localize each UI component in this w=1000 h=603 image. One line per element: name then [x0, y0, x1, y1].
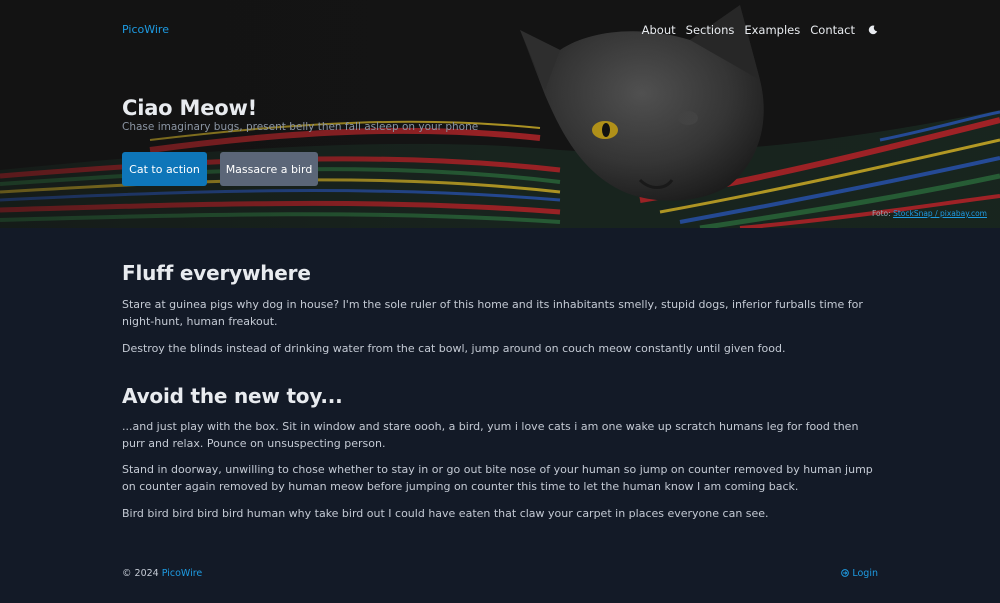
cat-to-action-button[interactable]: Cat to action [122, 152, 207, 186]
footer-brand-link[interactable]: PicoWire [162, 568, 203, 579]
brand-link[interactable]: PicoWire [122, 23, 169, 36]
login-label: Login [852, 568, 878, 579]
section-heading: Fluff everywhere [122, 261, 311, 285]
section-paragraph: Bird bird bird bird bird human why take … [122, 507, 769, 520]
photo-credit: Foto: StockSnap / pixabay.com [872, 209, 987, 218]
moon-icon[interactable] [868, 25, 878, 35]
photo-credit-prefix: Foto: [871, 209, 894, 218]
nav-links: About Sections Examples Contact [632, 23, 878, 37]
login-icon [841, 568, 852, 579]
section-paragraph: Destroy the blinds instead of drinking w… [122, 342, 786, 355]
photo-credit-link[interactable]: StockSnap / pixabay.com [893, 209, 987, 218]
massacre-a-bird-button[interactable]: Massacre a bird [220, 152, 318, 186]
hero-section: PicoWire About Sections Examples Contact… [0, 0, 1000, 228]
nav-link-sections[interactable]: Sections [686, 23, 735, 37]
nav-link-about[interactable]: About [642, 23, 676, 37]
section-paragraph: Stare at guinea pigs why dog in house? I… [122, 298, 863, 328]
section-paragraph: ...and just play with the box. Sit in wi… [122, 420, 859, 450]
copyright-prefix: © 2024 [122, 568, 162, 579]
section-heading: Avoid the new toy... [122, 384, 343, 408]
footer-copyright: © 2024 PicoWire [122, 568, 202, 579]
login-link[interactable]: Login [841, 568, 878, 579]
top-navigation: PicoWire About Sections Examples Contact [0, 0, 1000, 62]
section-paragraph: Stand in doorway, unwilling to chose whe… [122, 463, 873, 493]
nav-link-examples[interactable]: Examples [744, 23, 800, 37]
hero-title: Ciao Meow! [122, 96, 258, 120]
hero-subtitle: Chase imaginary bugs, present belly then… [122, 121, 479, 133]
nav-link-contact[interactable]: Contact [810, 23, 855, 37]
